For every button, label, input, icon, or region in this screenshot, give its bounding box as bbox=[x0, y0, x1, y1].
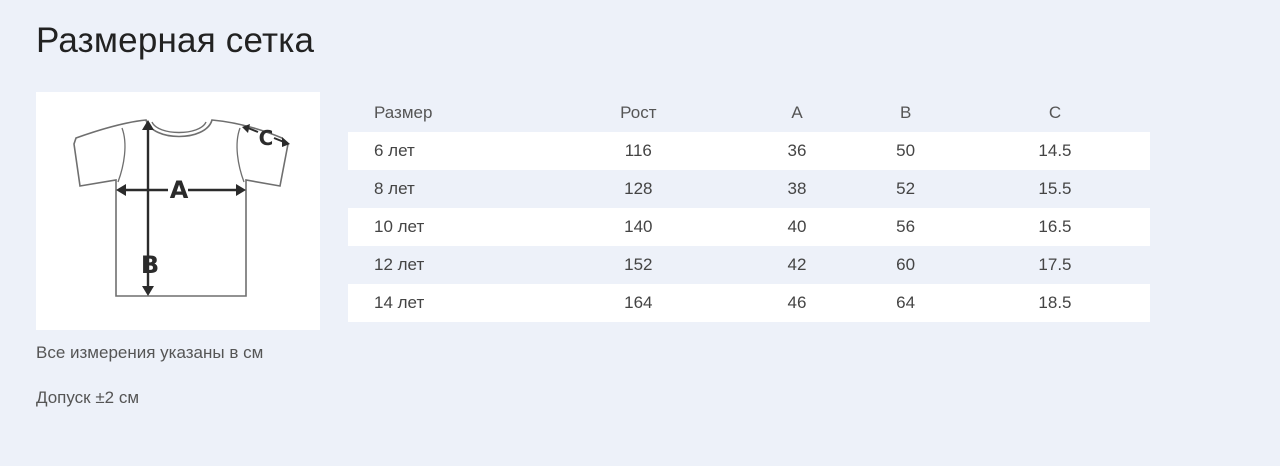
cell-size: 8 лет bbox=[374, 179, 415, 198]
cell-b: 50 bbox=[851, 132, 960, 170]
table-row: 8 лет 128 38 52 15.5 bbox=[348, 170, 1150, 208]
cell-a: 40 bbox=[742, 208, 852, 246]
cell-height: 152 bbox=[624, 255, 653, 274]
cell-c: 16.5 bbox=[959, 208, 1150, 246]
cell-c: 14.5 bbox=[959, 132, 1150, 170]
page-title: Размерная сетка bbox=[36, 21, 315, 60]
cell-b: 52 bbox=[896, 179, 916, 198]
cell-a: 42 bbox=[787, 255, 807, 274]
header-a: A bbox=[791, 103, 803, 122]
cell-size: 6 лет bbox=[348, 132, 534, 170]
cell-c: 18.5 bbox=[959, 284, 1150, 322]
cell-c: 15.5 bbox=[1038, 179, 1072, 198]
cell-size: 10 лет bbox=[348, 208, 534, 246]
tshirt-measurement-image: A B C bbox=[36, 92, 320, 330]
cell-b: 60 bbox=[896, 255, 916, 274]
cell-a: 38 bbox=[787, 179, 807, 198]
cell-size: 14 лет bbox=[348, 284, 534, 322]
size-table: Размер Рост A B C 6 лет 116 36 50 14.5 8… bbox=[348, 94, 1150, 322]
label-c: C bbox=[259, 126, 274, 150]
measurement-unit-note: Все измерения указаны в см bbox=[36, 343, 264, 362]
table-row: 14 лет 164 46 64 18.5 bbox=[348, 284, 1150, 322]
table-row: 12 лет 152 42 60 17.5 bbox=[348, 246, 1150, 284]
cell-c: 17.5 bbox=[1038, 255, 1072, 274]
cell-size: 12 лет bbox=[374, 255, 425, 274]
table-row: 10 лет 140 40 56 16.5 bbox=[348, 208, 1150, 246]
label-b: B bbox=[141, 251, 159, 279]
label-a: A bbox=[170, 176, 189, 204]
header-b: B bbox=[899, 103, 912, 122]
table-header-row: Размер Рост A B C bbox=[348, 94, 1150, 132]
cell-height: 128 bbox=[624, 179, 653, 198]
cell-a: 36 bbox=[742, 132, 852, 170]
cell-b: 56 bbox=[851, 208, 960, 246]
header-height: Рост bbox=[620, 103, 657, 122]
cell-a: 46 bbox=[742, 284, 852, 322]
cell-height: 140 bbox=[534, 208, 743, 246]
header-size: Размер bbox=[374, 103, 433, 122]
tolerance-note: Допуск ±2 см bbox=[36, 388, 140, 407]
cell-b: 64 bbox=[851, 284, 960, 322]
header-c: C bbox=[1048, 103, 1062, 122]
cell-height: 116 bbox=[534, 132, 743, 170]
cell-height: 164 bbox=[534, 284, 743, 322]
table-row: 6 лет 116 36 50 14.5 bbox=[348, 132, 1150, 170]
